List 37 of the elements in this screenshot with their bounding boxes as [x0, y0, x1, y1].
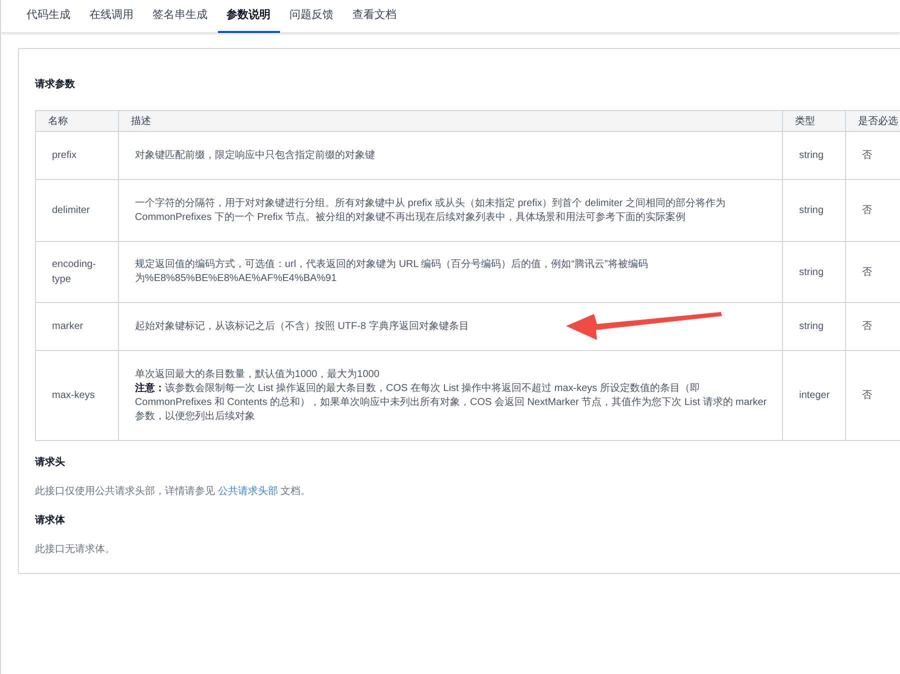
table-cell: 否 [846, 132, 900, 180]
table-cell: prefix [36, 132, 119, 180]
description-text: 注意：该参数会限制每一次 List 操作返回的最大条目数，COS 在每次 List 操作中将返回不超过 max-keys 所设定数值的条目（即 CommonPrefixes 和 Contents 的总和），如果单次响应中未列出所有对象，COS 会返回 NextMarker 节点，其值作为您下次 List 请求的 marker 参数，以便您列出后续对象 [134, 382, 768, 424]
table-cell: encoding-type [36, 242, 119, 303]
table-cell: 否 [846, 303, 900, 351]
column-header: 名称 [36, 111, 119, 132]
column-header: 描述 [118, 111, 784, 132]
description-text: 对象键匹配前缀，限定响应中只包含指定前缀的对象键 [134, 148, 375, 162]
section-heading: 请求体 [35, 514, 66, 528]
tab[interactable]: 签名串生成 [144, 0, 216, 33]
table-cell: string [783, 242, 846, 303]
table-cell: integer [783, 351, 846, 441]
table-cell: string [783, 180, 846, 242]
tab[interactable]: 代码生成 [18, 0, 80, 33]
description-text: 单次返回最大的条目数量，默认值为1000，最大为1000 [134, 368, 380, 382]
table-cell: string [783, 303, 846, 351]
tab[interactable]: 查看文档 [344, 0, 406, 33]
tab[interactable]: 问题反馈 [280, 0, 342, 33]
table-cell: 否 [846, 180, 900, 242]
tab[interactable]: 在线调用 [80, 0, 142, 33]
table-cell: delimiter [36, 180, 119, 242]
description-text: 一个字符的分隔符，用于对对象键进行分组。所有对象键中从 prefix 或从头（如未指定 prefix）到首个 delimiter 之间相同的部分将作为 CommonPrefixes 下的一个 Prefix 节点。被分组的对象键不再出现在后续对象列表中，具体场景和用法可参考下面的实际案例 [134, 196, 727, 224]
paragraph: 此接口仅使用公共请求头部，详情请参见 公共请求头部 文档。 [35, 484, 312, 499]
table-cell: 否 [846, 242, 900, 303]
table-cell: max-keys [36, 351, 119, 441]
table-cell: string [783, 132, 846, 180]
section-heading: 请求参数 [35, 78, 76, 92]
description-text: 规定返回值的编码方式，可选值：url，代表返回的对象键为 URL 编码（百分号编码）后的值，例如“腾讯云”将被编码为%E8%85%BE%E8%AE%AF%E4%BA%91 [134, 258, 649, 286]
table-cell: marker [36, 303, 119, 351]
column-header: 类型 [783, 111, 846, 132]
table-cell: 否 [846, 351, 900, 441]
tab[interactable]: 参数说明 [218, 0, 280, 33]
section-heading: 请求头 [35, 456, 66, 470]
description-text: 起始对象键标记，从该标记之后（不含）按照 UTF-8 字典序返回对象键条目 [134, 320, 469, 334]
column-header: 是否必选 [846, 111, 900, 132]
paragraph: 此接口无请求体。 [35, 542, 116, 557]
link[interactable]: 公共请求头部 [218, 486, 278, 497]
